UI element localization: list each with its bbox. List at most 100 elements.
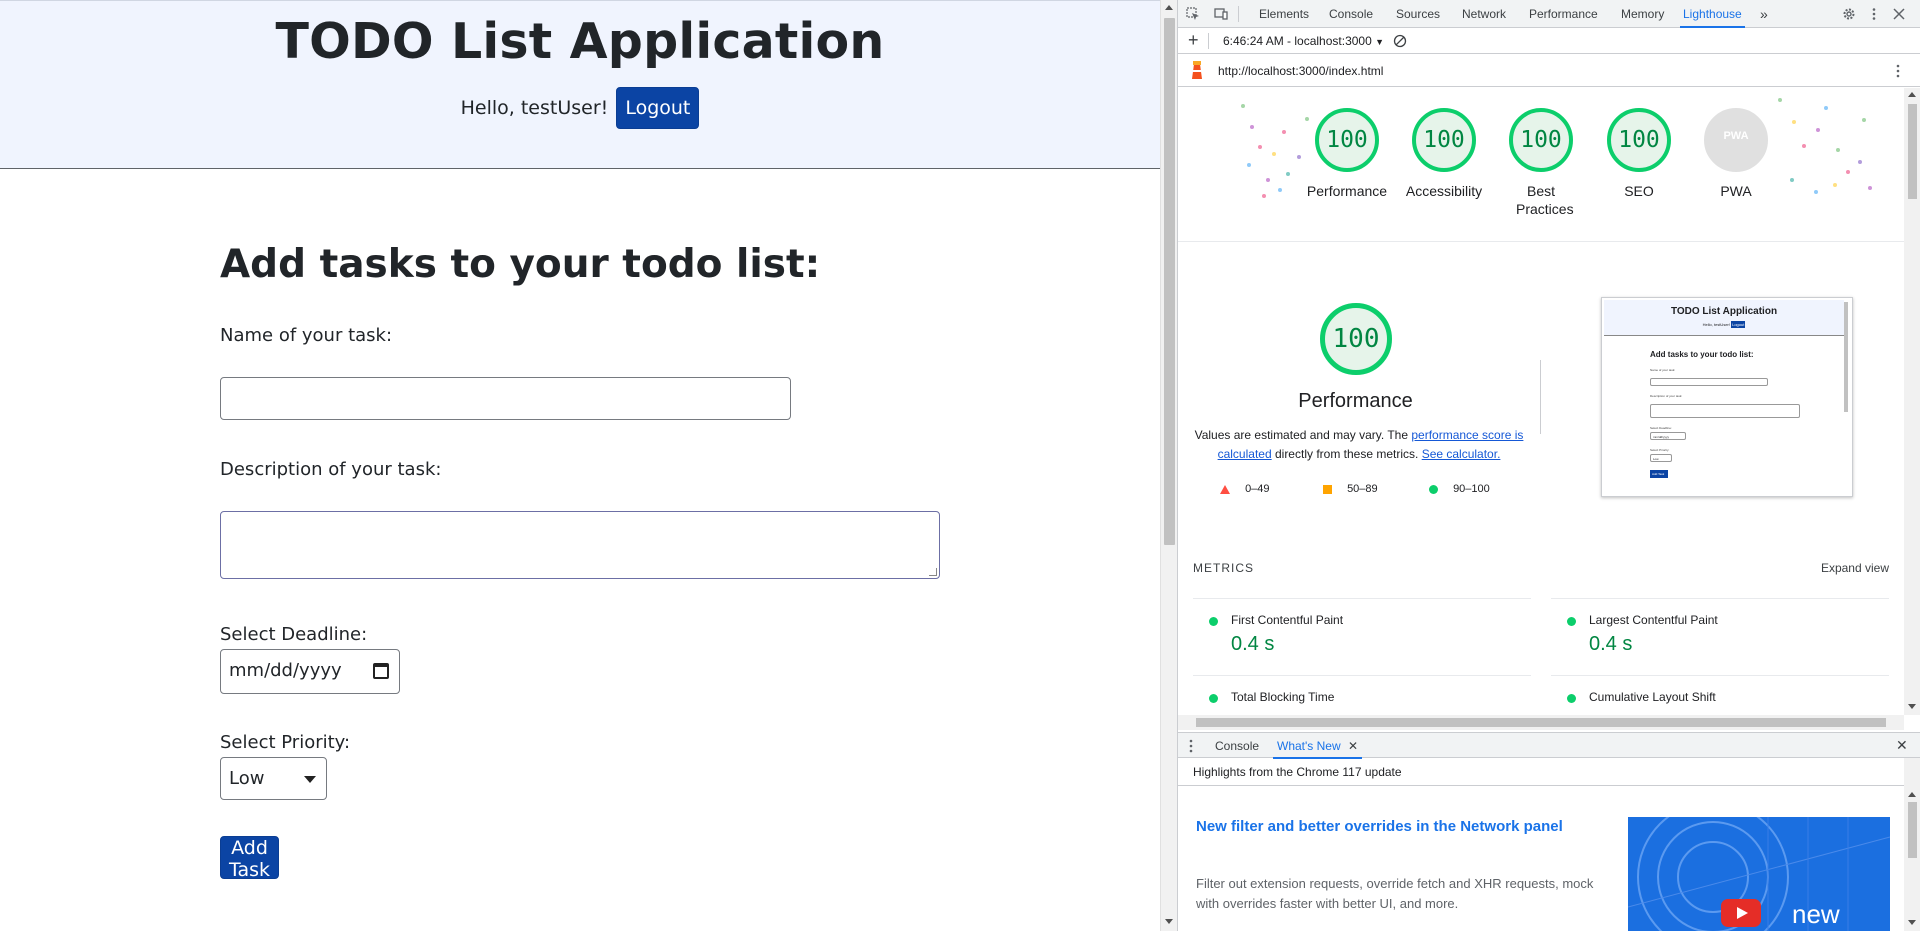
video-thumbnail-text: new (1792, 899, 1840, 929)
confetti-dot (1778, 98, 1782, 102)
see-calculator-link[interactable]: See calculator. (1422, 447, 1501, 461)
new-report-plus-icon[interactable]: + (1188, 30, 1199, 51)
metric-value: 0.4 s (1589, 633, 1633, 655)
tab-network[interactable]: Network (1462, 0, 1506, 28)
deadline-placeholder: mm/dd/yyyy (229, 660, 342, 681)
whats-new-video-thumbnail[interactable]: new (1628, 817, 1890, 931)
more-tabs-chevron-icon[interactable]: » (1760, 0, 1768, 28)
calendar-icon[interactable] (373, 663, 389, 679)
scroll-up-arrow-icon[interactable] (1165, 5, 1173, 10)
page-title: TODO List Application (275, 13, 885, 70)
lighthouse-report: 100 Performance 100 Accessibility 100 Be… (1178, 88, 1904, 715)
task-description-textarea[interactable] (220, 511, 940, 579)
legend-fail: 0–49 (1220, 483, 1270, 495)
accessibility-score-gauge[interactable]: 100 (1412, 108, 1476, 172)
report-menu-icon[interactable] (1892, 64, 1904, 78)
report-selector[interactable]: 6:46:24 AM - localhost:3000 ▼ (1223, 34, 1384, 48)
report-vertical-scrollbar[interactable] (1904, 88, 1920, 715)
thumb-priority: Low (1650, 454, 1672, 462)
add-task-button[interactable]: Add Task (220, 836, 280, 881)
confetti-dot (1833, 183, 1837, 187)
tab-lighthouse[interactable]: Lighthouse (1680, 0, 1745, 28)
confetti-dot (1241, 104, 1245, 108)
thumb-greeting: Hello, testUser! (1702, 322, 1730, 327)
deadline-label: Select Deadline: (220, 624, 368, 645)
form-title: Add tasks to your todo list: (220, 242, 821, 287)
pwa-badge-text: PWA (1723, 130, 1749, 142)
settings-gear-icon[interactable] (1842, 7, 1856, 21)
metric-name: Cumulative Layout Shift (1589, 690, 1716, 704)
audited-url[interactable]: http://localhost:3000/index.html (1218, 64, 1383, 78)
metric-name: Largest Contentful Paint (1589, 613, 1718, 627)
task-description-label: Description of your task: (220, 459, 442, 480)
thumb-deadline-label: Select Deadline: (1650, 426, 1672, 430)
lh-divider (1208, 33, 1209, 49)
performance-detail-title: Performance (1298, 390, 1413, 412)
confetti-dot (1858, 160, 1862, 164)
confetti-dot (1816, 128, 1820, 132)
best-practices-score-gauge[interactable]: 100 (1509, 108, 1573, 172)
logout-button[interactable]: Logout (616, 87, 700, 129)
priority-select[interactable]: Low (220, 757, 327, 800)
thumb-name-input (1650, 378, 1768, 386)
metric-largest-contentful-paint: Largest Contentful Paint 0.4 s (1551, 598, 1889, 664)
app-page: TODO List Application Hello, testUser! L… (0, 0, 1160, 931)
clear-report-icon[interactable] (1393, 34, 1407, 48)
report-scroll-thumb[interactable] (1908, 104, 1917, 199)
drawer-tab-whats-new[interactable]: What's New ✕ (1273, 733, 1363, 759)
legend-pass: 90–100 (1429, 483, 1490, 495)
page-screenshot-thumbnail[interactable]: TODO List Application Hello, testUser! L… (1601, 297, 1853, 497)
drawer-vertical-scrollbar[interactable] (1904, 758, 1920, 931)
device-toolbar-icon[interactable] (1214, 7, 1228, 21)
scroll-down-arrow-icon[interactable] (1908, 920, 1916, 925)
scroll-up-arrow-icon[interactable] (1908, 92, 1916, 97)
metric-name: First Contentful Paint (1231, 613, 1344, 627)
performance-detail-gauge: 100 (1320, 303, 1392, 375)
performance-score-label: Performance (1306, 183, 1388, 199)
tab-elements[interactable]: Elements (1259, 0, 1309, 28)
close-devtools-icon[interactable] (1892, 7, 1906, 21)
tab-console[interactable]: Console (1329, 0, 1373, 28)
metric-cumulative-layout-shift: Cumulative Layout Shift (1551, 675, 1889, 715)
performance-note-middle: directly from these metrics. (1271, 447, 1422, 461)
scroll-down-arrow-icon[interactable] (1908, 704, 1916, 709)
scroll-down-arrow-icon[interactable] (1165, 919, 1173, 924)
drawer-menu-icon[interactable] (1188, 739, 1194, 753)
tab-memory[interactable]: Memory (1621, 0, 1664, 28)
whats-new-headline[interactable]: New filter and better overrides in the N… (1196, 817, 1576, 837)
report-hscroll-thumb[interactable] (1196, 718, 1886, 727)
performance-score-gauge[interactable]: 100 (1315, 108, 1379, 172)
task-name-input[interactable] (220, 377, 791, 420)
pwa-badge-gauge[interactable]: PWA (1704, 108, 1768, 172)
page-scrollbar[interactable] (1160, 0, 1177, 931)
expand-view-toggle[interactable]: Expand view (1821, 561, 1889, 575)
confetti-dot (1846, 170, 1850, 174)
tab-sources[interactable]: Sources (1396, 0, 1440, 28)
drawer-scroll-thumb[interactable] (1908, 802, 1917, 858)
more-options-icon[interactable] (1867, 7, 1881, 21)
drawer-subtitle: Highlights from the Chrome 117 update (1178, 758, 1904, 786)
drawer-tab-console[interactable]: Console (1215, 733, 1259, 759)
close-tab-icon[interactable]: ✕ (1348, 739, 1358, 753)
close-drawer-icon[interactable]: ✕ (1896, 737, 1908, 754)
resize-grip-icon[interactable] (929, 568, 937, 576)
youtube-play-icon[interactable] (1721, 899, 1761, 927)
metric-total-blocking-time: Total Blocking Time (1193, 675, 1531, 715)
deadline-date-input[interactable]: mm/dd/yyyy (220, 649, 400, 694)
confetti-dot (1824, 106, 1828, 110)
tab-performance[interactable]: Performance (1529, 0, 1598, 28)
confetti-dot (1836, 148, 1840, 152)
page-scroll-thumb[interactable] (1164, 18, 1175, 545)
legend-pass-range: 90–100 (1453, 483, 1490, 495)
inspect-element-icon[interactable] (1186, 7, 1200, 21)
whats-new-content: New filter and better overrides in the N… (1178, 787, 1904, 931)
accessibility-score-label: Accessibility (1405, 183, 1483, 199)
scroll-up-arrow-icon[interactable] (1908, 792, 1916, 797)
metric-value: 0.4 s (1231, 633, 1275, 655)
devtools-panel: Elements Console Sources Network Perform… (1177, 0, 1920, 931)
legend-average-range: 50–89 (1347, 483, 1378, 495)
thumb-priority-label: Select Priority: (1650, 448, 1670, 452)
report-horizontal-scrollbar[interactable] (1178, 715, 1904, 730)
confetti-dot (1305, 117, 1309, 121)
seo-score-gauge[interactable]: 100 (1607, 108, 1671, 172)
